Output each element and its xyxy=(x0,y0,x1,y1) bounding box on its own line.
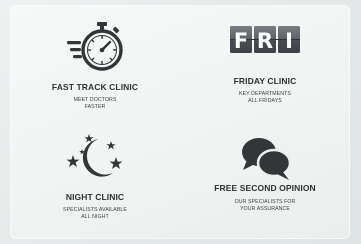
feature-subtitle: OUR SPECIALISTS FOR xyxy=(234,199,296,205)
fri-letter: I xyxy=(285,29,293,53)
feature-subtitle: MEET DOCTORS xyxy=(73,97,117,103)
feature-subtitle: FASTER xyxy=(84,104,106,110)
fri-letter: R xyxy=(257,29,273,53)
feature-title: FAST TRACK CLINIC xyxy=(51,82,139,92)
feature-title: FRIDAY CLINIC xyxy=(233,76,297,86)
feature-subtitle: SPECIALISTS AVAILABLE xyxy=(63,207,127,213)
feature-title: NIGHT CLINIC xyxy=(65,192,125,202)
moon-stars-icon xyxy=(10,133,180,195)
feature-subtitle: ALL FRIDAYS xyxy=(248,98,282,104)
fri-letter: F xyxy=(234,29,248,53)
feature-subtitle: KEY DEPARTMENTS xyxy=(239,91,291,97)
stopwatch-icon xyxy=(10,19,180,81)
features-card: FAST TRACK CLINIC MEET DOCTORS FASTER F … xyxy=(10,5,350,239)
feature-title: FREE SECOND OPINION xyxy=(214,183,316,193)
feature-subtitle: ALL NIGHT xyxy=(81,214,109,220)
feature-subtitle: YOUR ASSURANCE xyxy=(240,206,290,212)
